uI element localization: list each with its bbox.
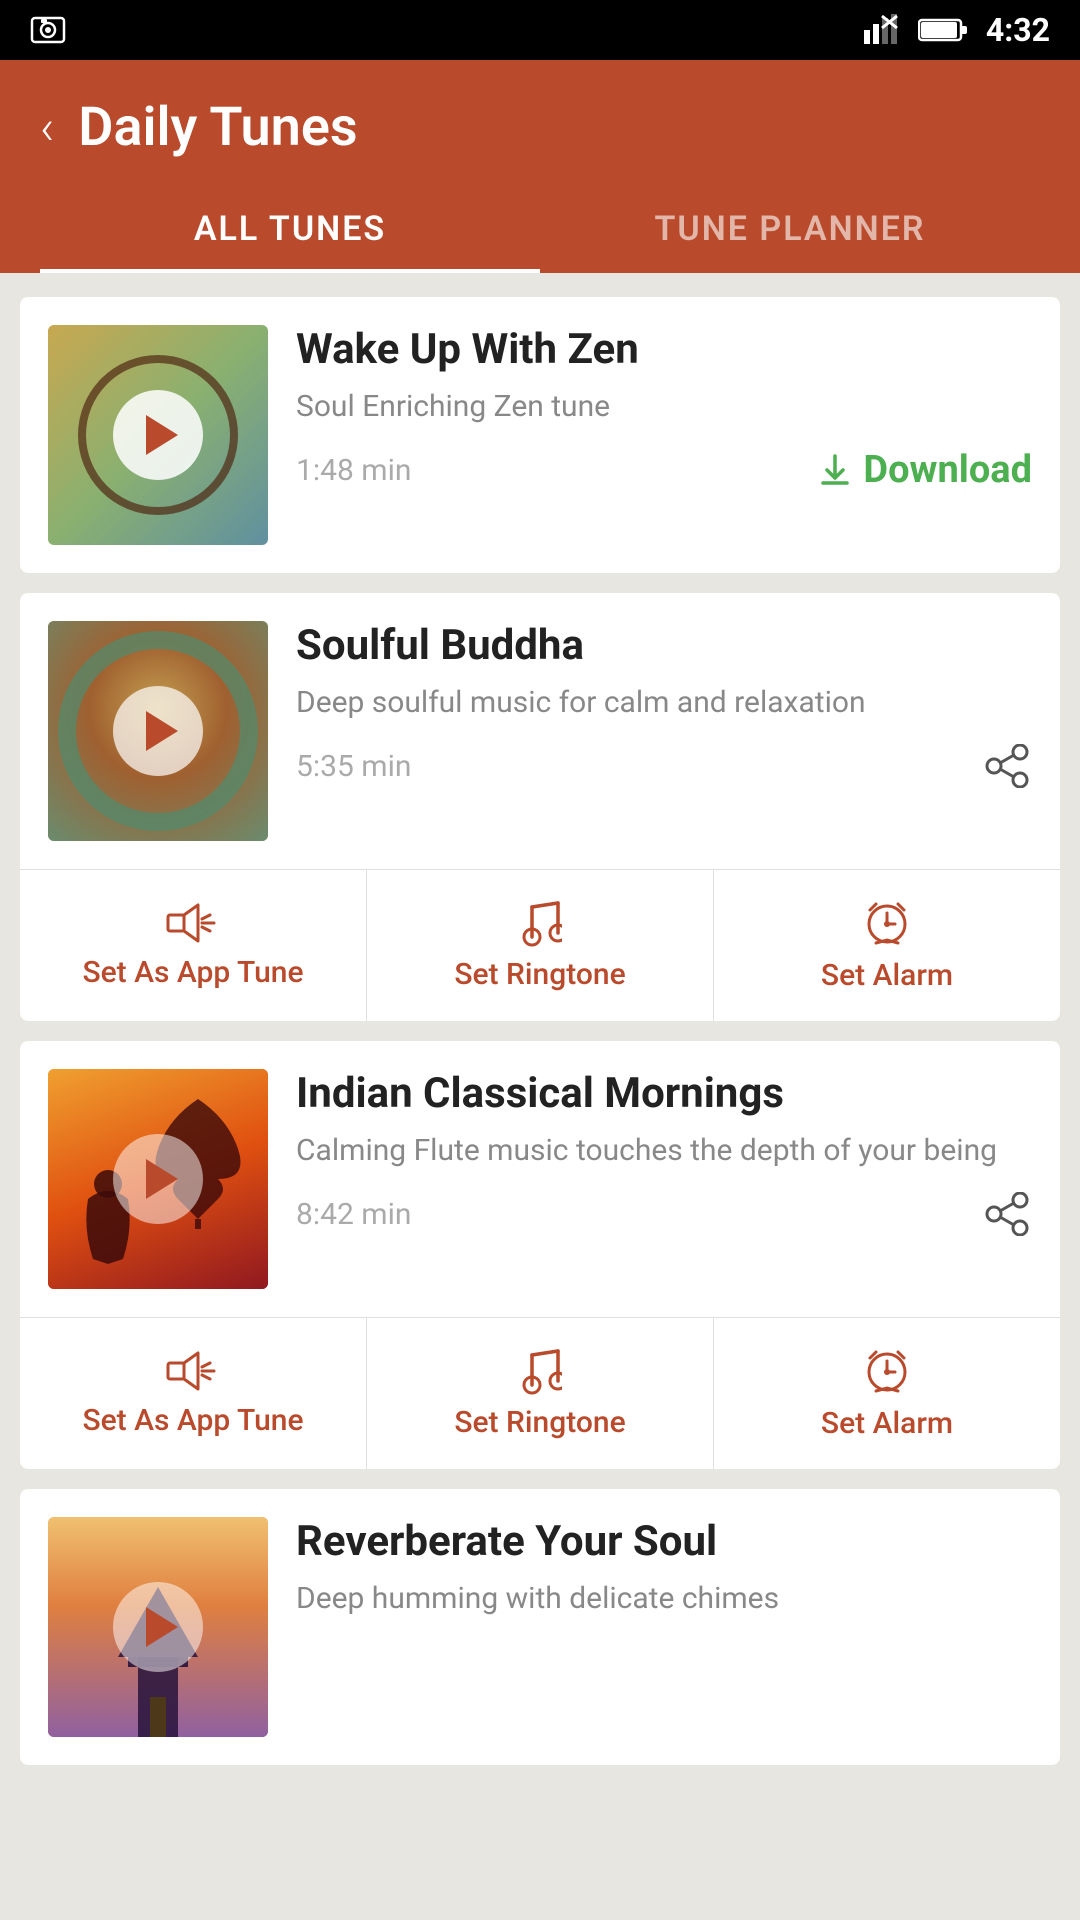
track-info-zen: Wake Up With Zen Soul Enriching Zen tune…: [296, 325, 1032, 492]
tracks-list: Wake Up With Zen Soul Enriching Zen tune…: [0, 273, 1080, 1789]
track-thumbnail-reverberate[interactable]: [48, 1517, 268, 1737]
app-header: ‹ Daily Tunes ALL TUNES TUNE PLANNER: [0, 60, 1080, 273]
track-card-reverberate: Reverberate Your Soul Deep humming with …: [20, 1489, 1060, 1765]
status-icons: 4:32: [862, 11, 1050, 49]
track-card-soulful-buddha: Soulful Buddha Deep soulful music for ca…: [20, 593, 1060, 1021]
track-subtitle-reverberate: Deep humming with delicate chimes: [296, 1578, 1032, 1620]
download-icon: [817, 452, 853, 488]
download-button-zen[interactable]: Download: [817, 448, 1032, 492]
set-alarm-label-1: Set Alarm: [821, 958, 953, 993]
track-subtitle-zen: Soul Enriching Zen tune: [296, 386, 1032, 428]
status-bar: 4:32: [0, 0, 1080, 60]
track-subtitle-buddha: Deep soulful music for calm and relaxati…: [296, 682, 1032, 724]
play-button-zen[interactable]: [113, 390, 203, 480]
alarm-icon-1: [862, 898, 912, 948]
tab-all-tunes[interactable]: ALL TUNES: [40, 189, 540, 273]
set-alarm-label-2: Set Alarm: [821, 1406, 953, 1441]
track-card-wake-up-zen: Wake Up With Zen Soul Enriching Zen tune…: [20, 297, 1060, 573]
set-ringtone-label-1: Set Ringtone: [454, 957, 625, 992]
signal-icon: [862, 14, 902, 46]
play-button-reverberate[interactable]: [113, 1582, 203, 1672]
share-icon-buddha: [982, 744, 1032, 788]
track-duration-buddha: 5:35 min: [296, 749, 411, 784]
track-duration-indian: 8:42 min: [296, 1197, 411, 1232]
play-button-indian[interactable]: [113, 1134, 203, 1224]
music-icon-1: [518, 899, 562, 947]
page-title: Daily Tunes: [78, 96, 357, 159]
track-meta-zen: 1:48 min Download: [296, 448, 1032, 492]
track-thumbnail-indian[interactable]: [48, 1069, 268, 1289]
tabs-container: ALL TUNES TUNE PLANNER: [40, 189, 1040, 273]
set-app-tune-label-2: Set As App Tune: [82, 1403, 303, 1438]
battery-icon: [918, 16, 970, 44]
tab-tune-planner[interactable]: TUNE PLANNER: [540, 189, 1040, 273]
set-alarm-button-1[interactable]: Set Alarm: [714, 870, 1060, 1021]
action-bar-indian: Set As App Tune Set Ringtone: [20, 1317, 1060, 1469]
set-alarm-button-2[interactable]: Set Alarm: [714, 1318, 1060, 1469]
track-thumbnail-zen[interactable]: [48, 325, 268, 545]
alarm-icon-2: [862, 1346, 912, 1396]
set-ringtone-label-2: Set Ringtone: [454, 1405, 625, 1440]
track-meta-buddha: 5:35 min: [296, 744, 1032, 788]
download-label: Download: [863, 448, 1032, 492]
set-ringtone-button-2[interactable]: Set Ringtone: [367, 1318, 714, 1469]
status-bar-left: [30, 12, 66, 48]
track-info-buddha: Soulful Buddha Deep soulful music for ca…: [296, 621, 1032, 788]
set-app-tune-button-2[interactable]: Set As App Tune: [20, 1318, 367, 1469]
play-button-buddha[interactable]: [113, 686, 203, 776]
speaker-icon-1: [166, 901, 220, 945]
set-app-tune-button-1[interactable]: Set As App Tune: [20, 870, 367, 1021]
track-title-indian: Indian Classical Mornings: [296, 1069, 1032, 1118]
speaker-icon-2: [166, 1349, 220, 1393]
set-ringtone-button-1[interactable]: Set Ringtone: [367, 870, 714, 1021]
music-icon-2: [518, 1347, 562, 1395]
track-subtitle-indian: Calming Flute music touches the depth of…: [296, 1130, 1032, 1172]
track-card-indian-classical: Indian Classical Mornings Calming Flute …: [20, 1041, 1060, 1469]
back-button[interactable]: ‹: [40, 99, 54, 156]
share-icon-indian: [982, 1192, 1032, 1236]
set-app-tune-label-1: Set As App Tune: [82, 955, 303, 990]
track-info-reverberate: Reverberate Your Soul Deep humming with …: [296, 1517, 1032, 1640]
track-title-reverberate: Reverberate Your Soul: [296, 1517, 1032, 1566]
track-duration-zen: 1:48 min: [296, 453, 411, 488]
share-button-buddha[interactable]: [982, 744, 1032, 788]
track-info-indian: Indian Classical Mornings Calming Flute …: [296, 1069, 1032, 1236]
action-bar-buddha: Set As App Tune Set Ringtone: [20, 869, 1060, 1021]
track-meta-indian: 8:42 min: [296, 1192, 1032, 1236]
status-time: 4:32: [986, 11, 1050, 49]
track-thumbnail-buddha[interactable]: [48, 621, 268, 841]
photo-icon: [30, 12, 66, 48]
track-title-buddha: Soulful Buddha: [296, 621, 1032, 670]
track-title-zen: Wake Up With Zen: [296, 325, 1032, 374]
share-button-indian[interactable]: [982, 1192, 1032, 1236]
